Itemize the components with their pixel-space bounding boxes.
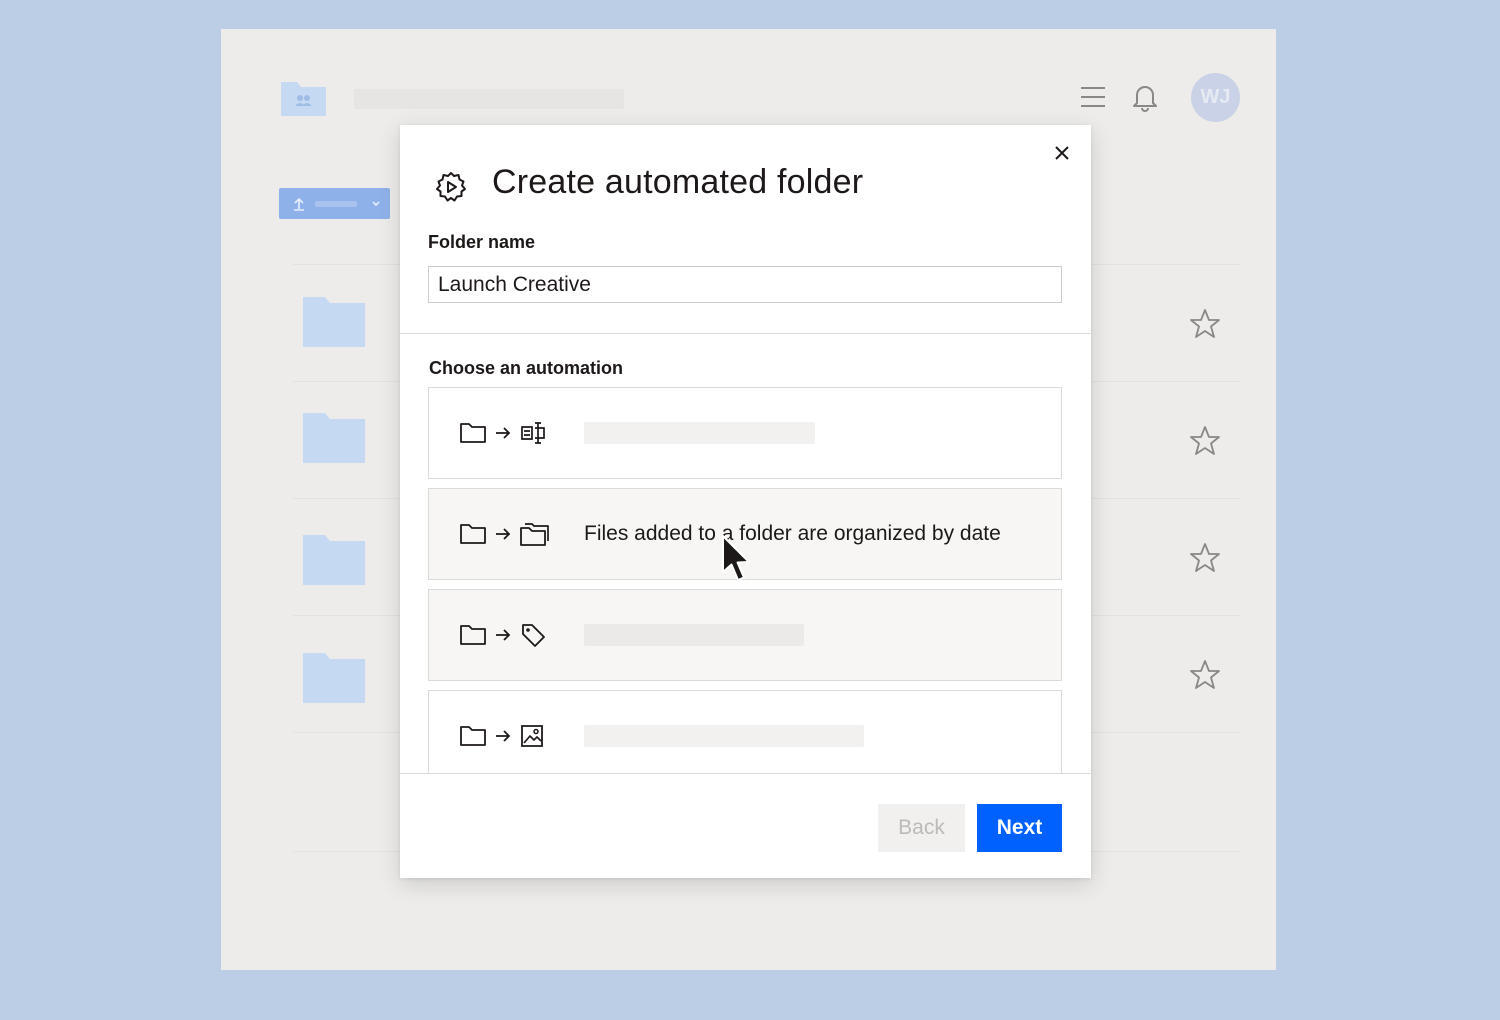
automation-option-tag[interactable] [428, 589, 1062, 681]
upload-icon [294, 197, 304, 211]
dialog-title: Create automated folder [492, 163, 864, 201]
footer-divider [400, 773, 1091, 774]
automation-label: Choose an automation [429, 358, 624, 378]
folder-icon [303, 297, 365, 347]
automation-option-image[interactable] [428, 690, 1062, 773]
automation-label-placeholder [584, 624, 804, 646]
close-icon[interactable] [1050, 141, 1074, 165]
automation-label-placeholder [584, 725, 864, 747]
arrow-right-icon [496, 629, 511, 641]
folder-icon [460, 524, 486, 544]
automation-label-placeholder [584, 422, 815, 444]
folder-icon [460, 726, 486, 746]
automation-option-rename[interactable] [428, 387, 1062, 479]
create-automated-folder-dialog: Create automated folder Folder name Choo… [400, 125, 1091, 878]
chevron-down-icon [372, 200, 380, 206]
upload-button[interactable] [279, 188, 390, 219]
arrow-right-icon [496, 528, 511, 540]
team-folder-icon [281, 82, 326, 116]
arrow-right-icon [496, 427, 511, 439]
folder-name-input[interactable] [428, 266, 1062, 303]
star-icon[interactable] [1188, 541, 1222, 575]
upload-label-placeholder [315, 200, 357, 207]
app-title-placeholder [354, 89, 624, 109]
folders-icon [520, 523, 549, 546]
star-icon[interactable] [1188, 424, 1222, 458]
automation-label: Files added to a folder are organized by… [584, 522, 1001, 545]
star-icon[interactable] [1188, 307, 1222, 341]
gear-icon [436, 172, 466, 202]
folder-icon [303, 653, 365, 703]
mouse-pointer-icon [722, 535, 750, 581]
folder-icon [303, 413, 365, 463]
rename-icon [521, 422, 545, 444]
menu-icon[interactable] [1079, 83, 1107, 111]
tag-icon [522, 624, 545, 647]
image-icon [521, 725, 543, 747]
arrow-right-icon [496, 730, 511, 742]
avatar[interactable]: WJ [1191, 73, 1240, 122]
folder-name-label: Folder name [428, 232, 536, 252]
bell-icon[interactable] [1129, 81, 1161, 113]
folder-icon [460, 423, 486, 443]
section-divider [400, 333, 1091, 334]
folder-icon [460, 625, 486, 645]
back-button[interactable]: Back [878, 804, 965, 852]
star-icon[interactable] [1188, 658, 1222, 692]
next-button[interactable]: Next [977, 804, 1062, 852]
folder-icon [303, 535, 365, 585]
